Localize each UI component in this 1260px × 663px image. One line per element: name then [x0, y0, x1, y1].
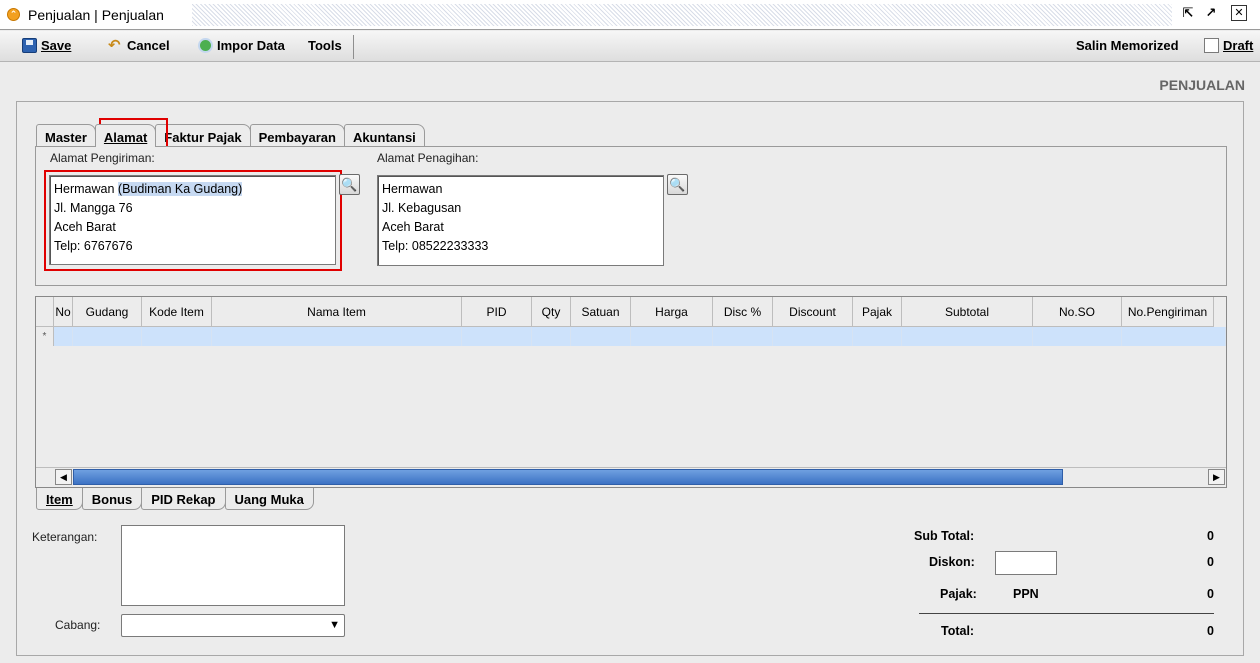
- restore-icon[interactable]: ⇱: [1180, 5, 1196, 21]
- maximize-icon[interactable]: ↗: [1203, 5, 1219, 21]
- col-no-so[interactable]: No.SO: [1033, 297, 1122, 327]
- subtotal-label: Sub Total:: [914, 529, 975, 543]
- window-title: Penjualan | Penjualan: [28, 7, 164, 23]
- grid-cell[interactable]: [713, 327, 773, 346]
- diskon-value: 0: [1207, 555, 1214, 569]
- grid-cell[interactable]: [853, 327, 902, 346]
- tab-akuntansi[interactable]: Akuntansi: [343, 124, 425, 146]
- tab-pid-rekap[interactable]: PID Rekap: [141, 488, 226, 510]
- grid-cell[interactable]: [212, 327, 462, 346]
- tab-alamat[interactable]: Alamat: [94, 124, 157, 147]
- pajak-label: Pajak:: [940, 587, 977, 601]
- col-pajak[interactable]: Pajak: [853, 297, 902, 327]
- col-pid[interactable]: PID: [462, 297, 532, 327]
- col-qty[interactable]: Qty: [532, 297, 571, 327]
- grid-cell[interactable]: [462, 327, 532, 346]
- toolbar: Save ↶ Cancel Impor Data Tools Salin Mem…: [0, 31, 1260, 62]
- total-label: Total:: [941, 624, 975, 638]
- col-harga[interactable]: Harga: [631, 297, 713, 327]
- diskon-label: Diskon:: [929, 555, 975, 569]
- top-tabs: Master Alamat Faktur Pajak Pembayaran Ak…: [36, 124, 425, 147]
- col-disc-percent[interactable]: Disc %: [713, 297, 773, 327]
- save-icon: [22, 38, 37, 53]
- grid-cell[interactable]: [773, 327, 853, 346]
- tools-button[interactable]: Tools: [308, 38, 342, 53]
- grid-cell[interactable]: [73, 327, 142, 346]
- import-icon: [198, 38, 213, 53]
- bottom-tabs: Item Bonus PID Rekap Uang Muka: [36, 488, 314, 510]
- scroll-right-icon[interactable]: ▶: [1208, 469, 1225, 485]
- col-nama-item[interactable]: Nama Item: [212, 297, 462, 327]
- close-icon[interactable]: ✕: [1231, 5, 1247, 21]
- alamat-pengiriman-highlight: [44, 170, 342, 271]
- title-bar: ⌃ Penjualan | Penjualan ⇱ ↗ ✕: [0, 0, 1260, 30]
- col-subtotal[interactable]: Subtotal: [902, 297, 1033, 327]
- pajak-type: PPN: [1013, 587, 1039, 601]
- col-satuan[interactable]: Satuan: [571, 297, 631, 327]
- col-gudang[interactable]: Gudang: [73, 297, 142, 327]
- horizontal-scrollbar[interactable]: ◀ ▶: [36, 467, 1226, 485]
- grid-cell[interactable]: [54, 327, 73, 346]
- grid-cell[interactable]: [631, 327, 713, 346]
- table-row-new[interactable]: *: [36, 327, 1226, 346]
- keterangan-field[interactable]: [121, 525, 345, 606]
- app-icon: ⌃: [7, 8, 20, 21]
- alamat-penagihan-field[interactable]: Hermawan Jl. Kebagusan Aceh Barat Telp: …: [377, 175, 664, 266]
- alamat-penagihan-label: Alamat Penagihan:: [377, 151, 479, 165]
- new-row-marker: *: [36, 327, 54, 346]
- alamat-pengiriman-label: Alamat Pengiriman:: [50, 151, 155, 165]
- title-bar-texture: [192, 4, 1172, 26]
- salin-memorized-button[interactable]: Salin Memorized: [1076, 38, 1179, 53]
- chevron-down-icon: ▼: [329, 619, 340, 631]
- impor-data-button[interactable]: Impor Data: [198, 38, 285, 53]
- scrollbar-thumb[interactable]: [73, 469, 1063, 485]
- pengiriman-lookup-icon[interactable]: 🔍: [339, 174, 360, 195]
- subtotal-value: 0: [1207, 529, 1214, 543]
- grid-cell[interactable]: [1033, 327, 1122, 346]
- save-button[interactable]: Save: [22, 38, 71, 53]
- draft-checkbox-box[interactable]: [1204, 38, 1219, 53]
- item-grid[interactable]: No Gudang Kode Item Nama Item PID Qty Sa…: [35, 296, 1227, 488]
- tab-bonus[interactable]: Bonus: [81, 488, 143, 510]
- draft-checkbox[interactable]: Draft: [1204, 38, 1253, 53]
- tab-master[interactable]: Master: [36, 124, 96, 146]
- tab-pembayaran[interactable]: Pembayaran: [249, 124, 345, 146]
- grid-row-header-corner: [36, 297, 54, 327]
- grid-header: No Gudang Kode Item Nama Item PID Qty Sa…: [36, 297, 1214, 327]
- tab-faktur-pajak[interactable]: Faktur Pajak: [155, 124, 251, 146]
- cancel-icon: ↶: [108, 37, 121, 54]
- page-title: PENJUALAN: [1159, 77, 1245, 93]
- col-kode-item[interactable]: Kode Item: [142, 297, 212, 327]
- tab-uang-muka[interactable]: Uang Muka: [224, 488, 314, 510]
- cabang-select[interactable]: ▼: [121, 614, 345, 637]
- col-no-pengiriman[interactable]: No.Pengiriman: [1122, 297, 1214, 327]
- cabang-label: Cabang:: [55, 618, 101, 632]
- diskon-input[interactable]: [995, 551, 1057, 575]
- grid-cell[interactable]: [1122, 327, 1226, 346]
- tab-item[interactable]: Item: [36, 488, 83, 510]
- col-discount[interactable]: Discount: [773, 297, 853, 327]
- keterangan-label: Keterangan:: [32, 530, 98, 544]
- col-no[interactable]: No: [54, 297, 73, 327]
- grid-cell[interactable]: [532, 327, 571, 346]
- cancel-button[interactable]: ↶ Cancel: [108, 38, 170, 53]
- scroll-left-icon[interactable]: ◀: [55, 469, 72, 485]
- total-value: 0: [1207, 624, 1214, 638]
- grid-cell[interactable]: [142, 327, 212, 346]
- toolbar-separator: [353, 35, 354, 59]
- grid-cell[interactable]: [571, 327, 631, 346]
- pajak-value: 0: [1207, 587, 1214, 601]
- penagihan-lookup-icon[interactable]: 🔍: [667, 174, 688, 195]
- grid-cell[interactable]: [902, 327, 1033, 346]
- summary-divider: [919, 613, 1214, 614]
